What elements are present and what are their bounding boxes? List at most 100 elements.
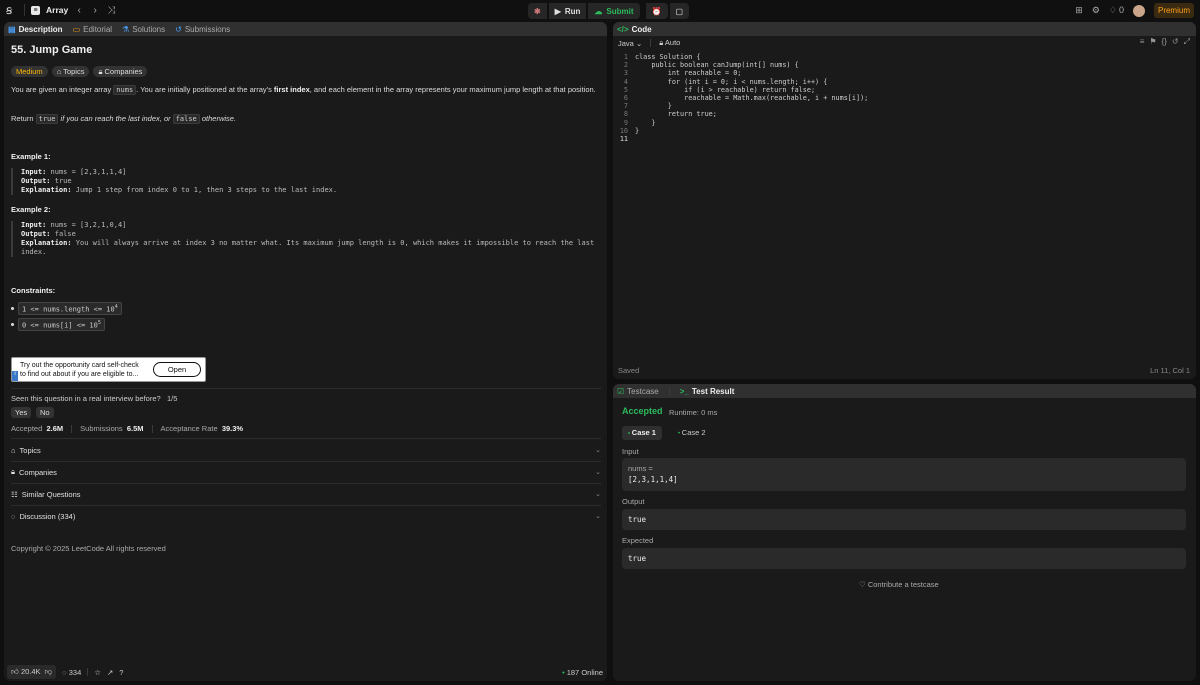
braces-icon[interactable]: {} [1162,37,1167,47]
example-1-block: Input: nums = [2,3,1,1,4] Output: true E… [11,168,599,195]
tab-test-result[interactable]: >_ Test Result [680,387,735,396]
star-icon[interactable]: ☆ [94,668,101,677]
tab-editorial[interactable]: ▭ Editorial [73,25,112,34]
description-tabs: ▤ Description ▭ Editorial ⚗ Solutions ↺ Subm… [4,22,607,36]
no-button[interactable]: No [36,407,54,418]
tab-solutions[interactable]: ⚗ Solutions [122,25,165,34]
shuffle-icon[interactable]: ⤨ [106,5,116,16]
code-text: } [635,118,656,127]
avatar[interactable] [1132,4,1145,17]
test-panel: ☑ Testcase >_ Test Result Accepted Runtime… [613,384,1196,681]
value: 39.3% [221,424,244,433]
code-text: } [635,126,640,135]
companies-tag[interactable]: 🔒︎ Companies [93,66,148,77]
line-number: 2 [623,61,628,70]
gear-icon[interactable]: ⚙ [1092,5,1100,16]
online-count: 187 Online [562,668,603,677]
run-button[interactable]: ▶ Run [548,3,587,19]
tab-label: Editorial [83,24,113,34]
divider [87,668,89,676]
thumbs-up-icon: 👍︎ [11,667,19,676]
label: Output: [21,230,51,238]
tab-code[interactable]: </> Code [617,25,652,34]
tab-testcase[interactable]: ☑ Testcase [617,387,659,396]
code-text: public boolean canJump(int[] nums) { [635,61,799,70]
notification-count: 0 [1118,5,1124,15]
thumbs-down-icon[interactable]: 👎︎ [45,667,53,677]
submit-button[interactable]: ☁ Submit [588,3,640,19]
leetcode-logo-icon[interactable]: ꞩ [6,3,18,17]
case-2-tab[interactable]: Case 2 [672,426,712,440]
problem-title[interactable]: 55. Jump Game [11,44,92,56]
chevron-left-icon[interactable]: ‹ [74,5,84,16]
exponent: 4 [114,304,118,310]
case-1-tab[interactable]: Case 1 [622,426,662,440]
tab-label: Submissions [184,24,231,34]
lock-icon: 🔒︎ [11,467,15,476]
problem-list-icon[interactable]: ≡ [31,5,40,15]
chevron-down-icon: ⌄ [595,447,601,454]
chevron-right-icon[interactable]: › [90,5,100,16]
text: 1 <= nums.length <= 10 [22,305,115,314]
code-line: 8 return true; [613,110,1196,118]
line-number: 8 [623,110,628,119]
tag-icon: ⌂ [56,67,62,76]
inline-code: true [35,114,59,124]
format-icon[interactable]: ≡ [1140,37,1145,47]
terminal-icon: >_ [679,386,689,396]
help-icon[interactable]: ? [119,668,123,677]
runtime: Runtime: 0 ms [669,408,718,417]
text: Return [11,114,36,123]
value: true [50,177,72,185]
premium-button[interactable]: Premium [1153,3,1194,18]
code-icon: </> [617,24,629,34]
language-select[interactable]: Java ⌄ [618,39,642,48]
label: Explanation: [21,239,72,247]
debug-button[interactable]: ✱ [528,3,547,19]
autocomplete-mode[interactable]: 🔒︎ Auto [659,38,680,48]
output-label: Output [622,497,645,506]
interview-question: Seen this question in a real interview b… [11,394,177,403]
notes-button[interactable]: ▢ [669,3,690,19]
expand-icon[interactable]: ⤢ [1184,37,1190,47]
discussion-section[interactable]: ◌ Discussion (334) ⌄ [11,505,601,527]
comment-icon: ◌ [11,511,16,521]
topics-tag[interactable]: ⌂ Topics [51,66,90,77]
save-status: Saved [618,366,640,375]
layout-icon[interactable]: ⊞ [1075,5,1083,16]
yes-button[interactable]: Yes [11,407,32,418]
problem-tags: Medium ⌂ Topics 🔒︎ Companies [11,66,148,77]
value: nums = [2,3,1,1,4] [46,168,127,176]
like-button[interactable]: 👍︎ 20.4K [11,667,41,677]
tab-label: Test Result [691,386,735,396]
tab-description[interactable]: ▤ Description [8,25,63,34]
problem-paragraph-2: Return true if you can reach the last in… [11,113,596,125]
code-text: } [635,102,672,111]
reset-icon[interactable]: ↺ [1172,37,1179,47]
bookmark-icon[interactable]: ⚑ [1149,37,1156,47]
comments-button[interactable]: ◌ 334 [62,668,81,677]
expected-value: true [628,554,647,563]
tab-label: Solutions [132,24,166,34]
lock-icon: 🔒︎ [659,38,664,47]
line-number: 9 [623,118,628,127]
section-label: Discussion (334) [19,511,76,521]
companies-section[interactable]: 🔒︎ Companies ⌄ [11,461,601,483]
promo-open-button[interactable]: Open [153,362,201,377]
problem-list-title[interactable]: Array [46,5,68,15]
difficulty-badge: Medium [11,66,48,77]
code-editor[interactable]: 1 class Solution { 2 public boolean canJu… [613,53,1196,143]
similar-questions-section[interactable]: ☷ Similar Questions ⌄ [11,483,601,505]
tab-submissions[interactable]: ↺ Submissions [175,25,230,34]
section-label: Similar Questions [21,489,81,499]
line-number: 4 [623,77,628,86]
exponent: 5 [97,320,101,326]
topics-section[interactable]: ⌂ Topics ⌄ [11,439,601,461]
checkbox-icon: ☑ [617,386,625,396]
timer-button[interactable]: ⏰ [645,3,668,19]
notification-button[interactable]: ♢ 0 [1109,5,1124,16]
text: You are given an integer array [11,85,114,94]
share-icon[interactable]: ↗ [107,668,113,677]
input-box: nums = [2,3,1,1,4] [622,458,1186,491]
contribute-testcase-button[interactable]: ♡ Contribute a testcase [859,580,939,589]
